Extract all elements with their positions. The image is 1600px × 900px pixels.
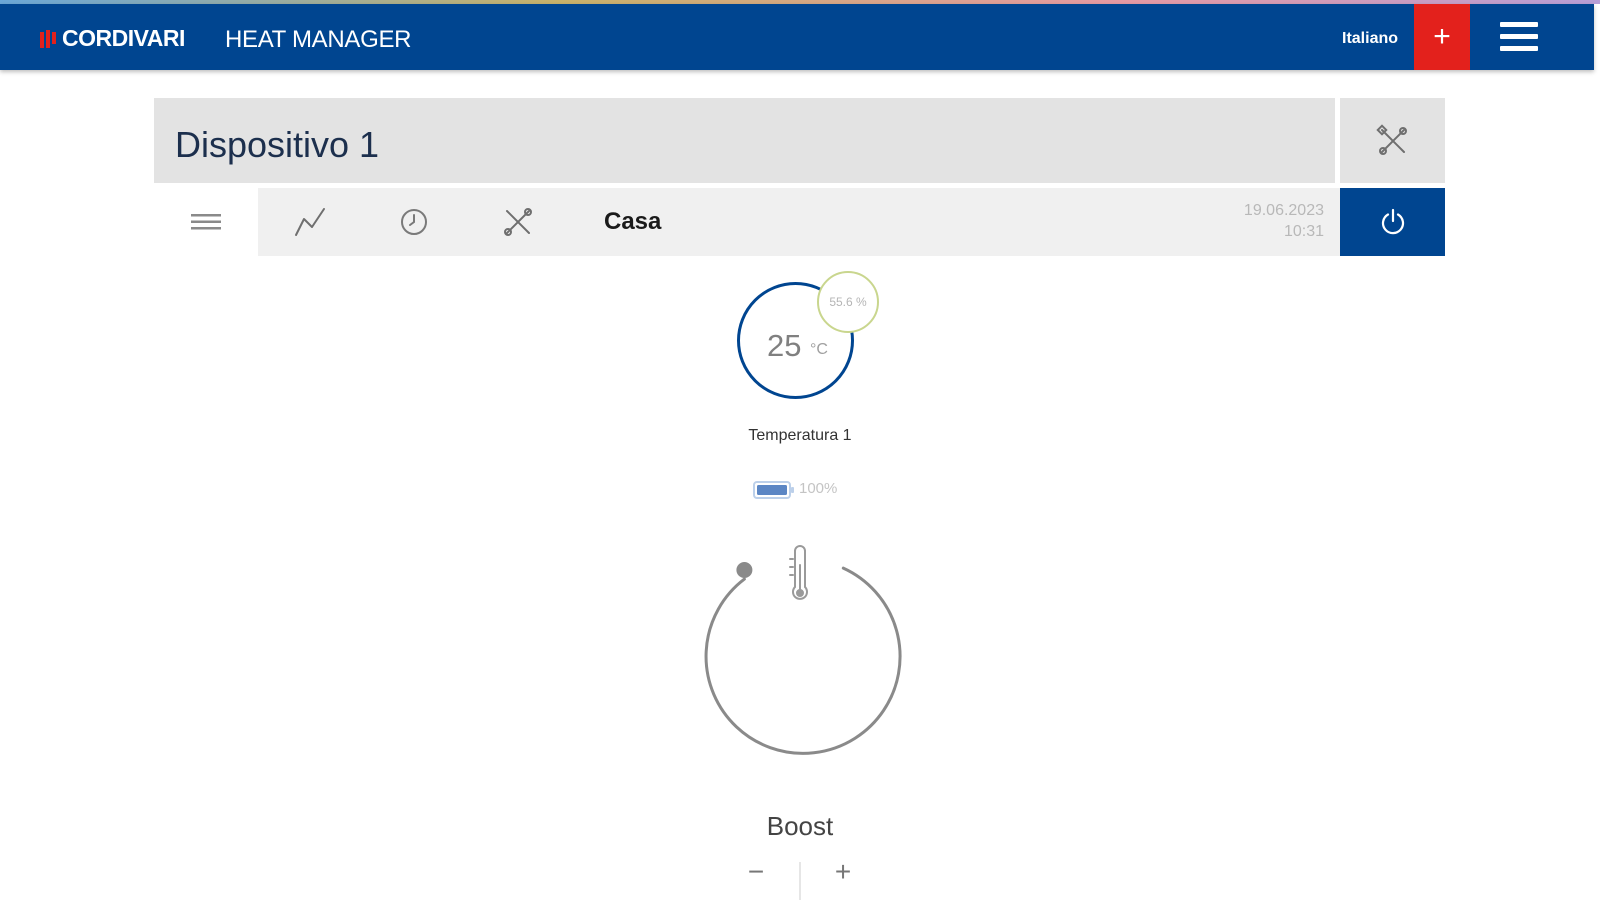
temperature-unit: °C — [810, 341, 828, 358]
clock-icon — [401, 209, 427, 235]
brand-logo-text: CORDIVARI — [62, 25, 185, 51]
add-button[interactable]: + — [1414, 4, 1470, 70]
boost-label: Boost — [766, 811, 834, 841]
tab-chart[interactable] — [258, 188, 362, 256]
tab-tools[interactable] — [466, 188, 570, 256]
last-update-date: 19.06.2023 — [1243, 202, 1324, 219]
temperature-value: 25 — [767, 328, 802, 363]
hamburger-menu-icon[interactable] — [1500, 18, 1538, 56]
language-selector[interactable]: Italiano — [1342, 30, 1398, 48]
power-button[interactable] — [1340, 188, 1445, 256]
battery-icon — [753, 481, 794, 499]
power-icon — [1381, 208, 1404, 235]
tab-overview[interactable] — [154, 188, 258, 256]
dial-handle[interactable] — [736, 562, 753, 578]
device-title: Dispositivo 1 — [175, 124, 380, 165]
battery-level: 100% — [799, 480, 838, 497]
top-bar: CORDIVARI HEAT MANAGER Italiano + — [0, 4, 1594, 70]
device-toolbar: Casa 19.06.2023 10:31 — [154, 188, 1340, 256]
chart-line-icon — [295, 208, 325, 236]
humidity-value: 55.6 % — [829, 295, 867, 309]
tab-schedule[interactable] — [362, 188, 466, 256]
tools-icon — [1375, 123, 1407, 155]
boost-increase-button[interactable]: + — [829, 858, 857, 886]
setpoint-dial[interactable] — [690, 545, 910, 765]
humidity-badge: 55.6 % — [817, 271, 879, 333]
app-title: HEAT MANAGER — [225, 26, 412, 53]
last-update-time: 10:31 — [1283, 223, 1324, 240]
device-settings-button[interactable] — [1340, 98, 1445, 183]
list-icon — [191, 214, 221, 230]
cordivari-logo-icon — [40, 30, 56, 48]
boost-divider — [799, 862, 801, 900]
device-header: Dispositivo 1 — [154, 98, 1335, 183]
last-update-timestamp: 19.06.2023 10:31 — [1244, 200, 1324, 242]
device-location: Casa — [604, 208, 662, 235]
tools-icon — [504, 208, 532, 236]
boost-decrease-button[interactable]: − — [742, 858, 770, 886]
thermometer-icon — [789, 545, 808, 600]
sensor-label: Temperatura 1 — [748, 427, 852, 444]
